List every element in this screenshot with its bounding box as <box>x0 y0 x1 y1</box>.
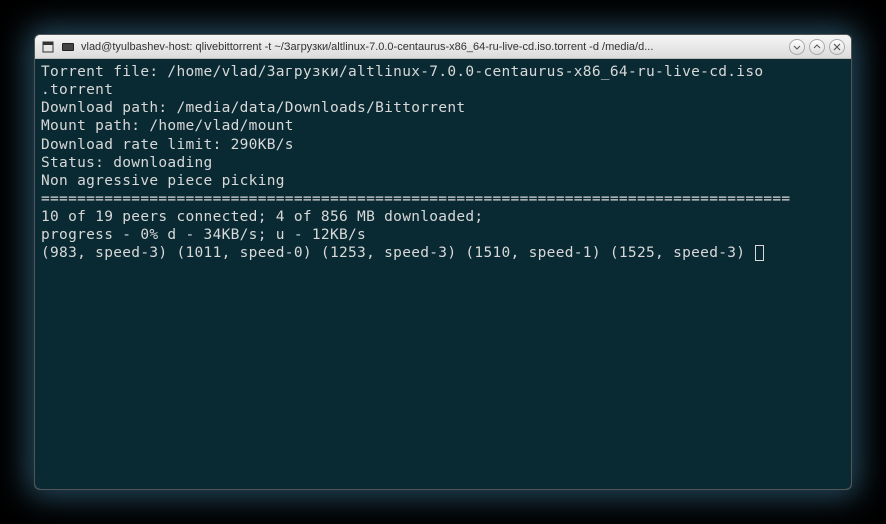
terminal-content[interactable]: Torrent file: /home/vlad/Загрузки/altlin… <box>35 59 851 489</box>
download-path-line: Download path: /media/data/Downloads/Bit… <box>41 99 845 117</box>
mount-path-line: Mount path: /home/vlad/mount <box>41 117 845 135</box>
separator-line: ========================================… <box>41 190 845 208</box>
window-controls <box>789 39 845 55</box>
close-button[interactable] <box>829 39 845 55</box>
progress-line: progress - 0% d - 34KB/s; u - 12KB/s <box>41 226 845 244</box>
minimize-button[interactable] <box>789 39 805 55</box>
piece-picking-line: Non agressive piece picking <box>41 172 845 190</box>
rate-limit-line: Download rate limit: 290KB/s <box>41 136 845 154</box>
titlebar[interactable]: vlad@tyulbashev-host: qlivebittorrent -t… <box>35 35 851 59</box>
window-menu-icon[interactable] <box>41 40 55 54</box>
torrent-ext-line: .torrent <box>41 81 845 99</box>
terminal-window: vlad@tyulbashev-host: qlivebittorrent -t… <box>34 34 852 490</box>
app-icon <box>61 40 75 54</box>
terminal-cursor <box>755 245 764 261</box>
maximize-button[interactable] <box>809 39 825 55</box>
peers-line: 10 of 19 peers connected; 4 of 856 MB do… <box>41 208 845 226</box>
torrent-file-line: Torrent file: /home/vlad/Загрузки/altlin… <box>41 63 845 81</box>
speed-line: (983, speed-3) (1011, speed-0) (1253, sp… <box>41 244 845 262</box>
status-line: Status: downloading <box>41 154 845 172</box>
window-title: vlad@tyulbashev-host: qlivebittorrent -t… <box>81 41 783 53</box>
